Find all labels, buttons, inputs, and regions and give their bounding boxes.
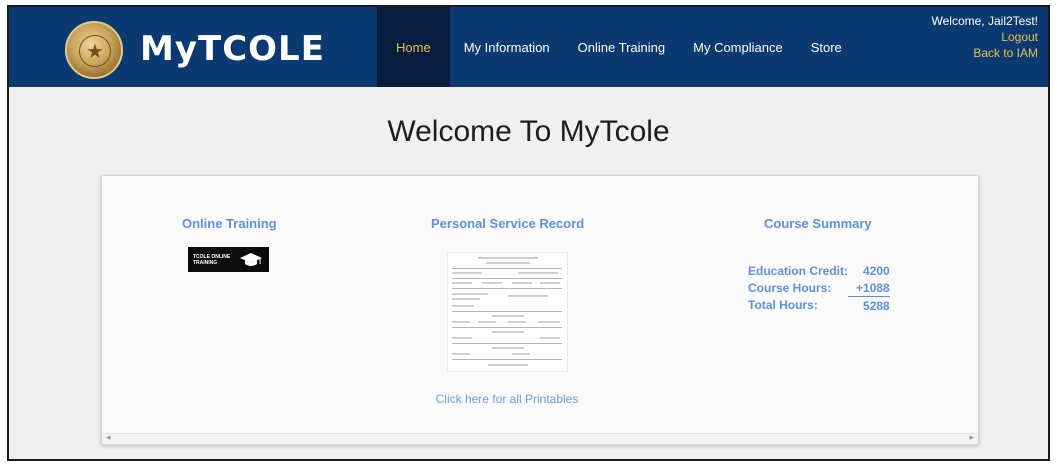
logout-link[interactable]: Logout: [932, 29, 1038, 45]
summary-row-education-credit: Education Credit: 4200: [748, 262, 890, 279]
summary-value: 4200: [863, 263, 890, 278]
printables-area: Click here for all Printables: [382, 176, 632, 444]
course-summary-heading[interactable]: Course Summary: [764, 216, 872, 231]
dashboard-panel: Online Training TCOLE ONLINE TRAINING Pe…: [101, 175, 979, 445]
welcome-user-text: Welcome, Jail2Test!: [931, 14, 1038, 28]
nav-my-information[interactable]: My Information: [450, 7, 564, 87]
graduation-cap-icon: [240, 253, 262, 266]
summary-row-course-hours: Course Hours: +1088: [748, 279, 890, 297]
nav-online-training[interactable]: Online Training: [564, 7, 679, 87]
back-to-iam-link[interactable]: Back to IAM: [932, 45, 1038, 61]
summary-label: Course Hours:: [748, 280, 832, 295]
scroll-right-arrow-icon[interactable]: ▸: [969, 432, 974, 443]
summary-row-total-hours: Total Hours: 5288: [748, 297, 890, 315]
brand-name[interactable]: MyTCOLE: [140, 29, 325, 69]
badge-label: TCOLE ONLINE TRAINING: [193, 254, 231, 266]
printables-link[interactable]: Click here for all Printables: [382, 392, 632, 406]
nav-store[interactable]: Store: [797, 7, 856, 87]
tcole-seal-logo[interactable]: ★: [65, 21, 123, 79]
site-header: ★ MyTCOLE Home My Information Online Tra…: [9, 7, 1048, 87]
seal-ring: ★: [79, 35, 111, 67]
horizontal-scrollbar[interactable]: ◂ ▸: [102, 432, 978, 444]
course-summary-table: Education Credit: 4200 Course Hours: +10…: [748, 262, 890, 314]
scroll-left-arrow-icon[interactable]: ◂: [106, 432, 111, 443]
browser-frame: ★ MyTCOLE Home My Information Online Tra…: [7, 5, 1050, 461]
online-training-heading[interactable]: Online Training: [182, 216, 277, 231]
summary-label: Education Credit:: [748, 263, 849, 278]
main-nav: Home My Information Online Training My C…: [377, 7, 856, 87]
summary-label: Total Hours:: [748, 298, 818, 313]
page-title: Welcome To MyTcole: [387, 115, 670, 148]
summary-value: +1088: [848, 279, 890, 297]
summary-value: 5288: [863, 298, 890, 313]
star-icon: ★: [86, 39, 104, 63]
nav-my-compliance[interactable]: My Compliance: [679, 7, 797, 87]
online-training-badge[interactable]: TCOLE ONLINE TRAINING: [188, 247, 269, 272]
nav-home[interactable]: Home: [377, 7, 450, 87]
user-area: Welcome, Jail2Test! Logout Back to IAM: [932, 13, 1038, 61]
